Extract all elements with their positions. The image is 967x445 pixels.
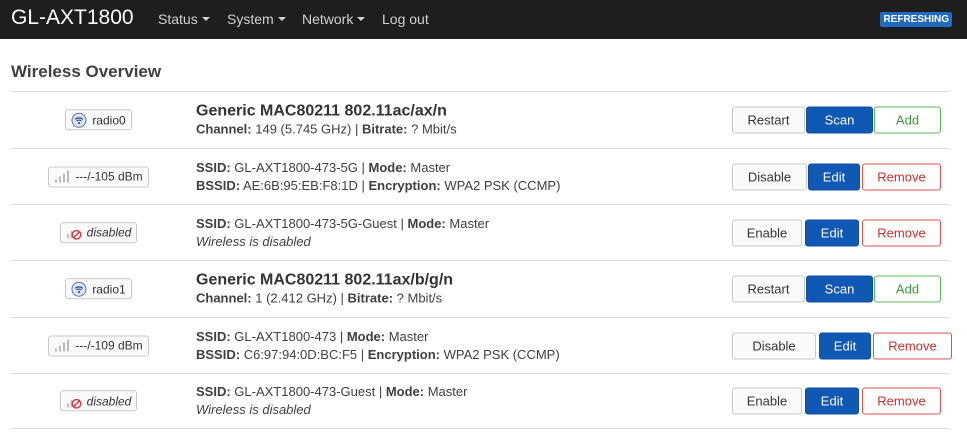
network-info: SSID: GL-AXT1800-473 | Mode: Master BSSI… bbox=[196, 328, 560, 362]
radio-badge-label: radio1 bbox=[92, 281, 126, 296]
ssid-label: SSID: bbox=[196, 328, 231, 344]
disabled-wifi-icon bbox=[66, 398, 82, 409]
radio-title: Generic MAC80211 802.11ax/b/g/n bbox=[196, 271, 454, 289]
radio-badge: radio0 bbox=[11, 109, 186, 131]
bitrate-label: Bitrate: bbox=[347, 290, 394, 306]
caret-down-icon bbox=[357, 17, 366, 22]
network-info: SSID: GL-AXT1800-473-Guest | Mode: Maste… bbox=[196, 384, 468, 417]
network-info: SSID: GL-AXT1800-473-5G-Guest | Mode: Ma… bbox=[196, 215, 490, 249]
signal-value: ---/-109 dBm bbox=[75, 338, 143, 353]
disable-button[interactable]: Disable bbox=[732, 332, 816, 359]
enable-button[interactable]: Enable bbox=[732, 219, 802, 246]
network-info: SSID: GL-AXT1800-473-5G | Mode: Master B… bbox=[196, 159, 561, 193]
radio-info: Generic MAC80211 802.11ax/b/g/n Channel:… bbox=[196, 271, 454, 306]
channel-label: Channel: bbox=[196, 121, 252, 137]
edit-button[interactable]: Edit bbox=[819, 332, 871, 359]
nav-system-label: System bbox=[227, 11, 274, 27]
mode-label: Mode: bbox=[407, 215, 446, 231]
remove-button[interactable]: Remove bbox=[862, 163, 941, 190]
caret-down-icon bbox=[277, 17, 286, 22]
bitrate-value: ? Mbit/s bbox=[396, 290, 443, 306]
network-row: ---/-109 dBm SSID: GL-AXT1800-473 | Mode… bbox=[11, 317, 952, 373]
ssid-value: GL-AXT1800-473-5G bbox=[234, 159, 358, 175]
encryption-value: WPA2 PSK (CCMP) bbox=[444, 177, 561, 193]
wireless-status: Wireless is disabled bbox=[196, 233, 311, 249]
disabled-badge: disabled bbox=[11, 221, 186, 244]
mode-value: Master bbox=[388, 328, 429, 344]
signal-badge: ---/-109 dBm bbox=[11, 335, 186, 356]
nav-network-label: Network bbox=[302, 11, 354, 27]
brand-logo[interactable]: GL-AXT1800 bbox=[11, 5, 134, 31]
radio-row-radio1: radio1 Generic MAC80211 802.11ax/b/g/n C… bbox=[11, 260, 950, 317]
nav-network[interactable]: Network bbox=[302, 11, 366, 27]
signal-value: ---/-105 dBm bbox=[75, 169, 143, 184]
ssid-value: GL-AXT1800-473-5G-Guest bbox=[234, 215, 397, 231]
scan-button[interactable]: Scan bbox=[806, 106, 873, 134]
mode-label: Mode: bbox=[368, 159, 407, 175]
channel-value: 149 (5.745 GHz) bbox=[255, 121, 352, 137]
page-title: Wireless Overview bbox=[11, 62, 162, 81]
mode-label: Mode: bbox=[385, 384, 425, 399]
encryption-label: Encryption: bbox=[367, 346, 440, 362]
remove-button[interactable]: Remove bbox=[862, 387, 941, 415]
radio-badge: radio1 bbox=[11, 278, 186, 300]
scan-button[interactable]: Scan bbox=[806, 275, 873, 303]
restart-button[interactable]: Restart bbox=[732, 106, 805, 134]
remove-button[interactable]: Remove bbox=[873, 332, 952, 359]
channel-label: Channel: bbox=[196, 290, 252, 306]
wireless-status: Wireless is disabled bbox=[196, 402, 311, 417]
disabled-label: disabled bbox=[86, 393, 132, 408]
radio-info: Generic MAC80211 802.11ac/ax/n Channel: … bbox=[196, 102, 457, 137]
signal-badge: ---/-105 dBm bbox=[11, 166, 186, 187]
enable-button[interactable]: Enable bbox=[732, 387, 802, 415]
bitrate-label: Bitrate: bbox=[361, 121, 408, 137]
radio-title: Generic MAC80211 802.11ac/ax/n bbox=[196, 102, 447, 120]
mode-value: Master bbox=[410, 159, 451, 175]
add-button[interactable]: Add bbox=[874, 275, 941, 303]
wifi-radio-icon bbox=[71, 112, 87, 128]
disabled-wifi-icon bbox=[66, 229, 82, 240]
mode-value: Master bbox=[449, 215, 490, 231]
radio-row-radio0: radio0 Generic MAC80211 802.11ac/ax/n Ch… bbox=[11, 91, 950, 148]
network-row: disabled SSID: GL-AXT1800-473-Guest | Mo… bbox=[11, 373, 950, 429]
radio-badge-label: radio0 bbox=[92, 112, 126, 127]
ssid-label: SSID: bbox=[196, 384, 231, 399]
disabled-badge: disabled bbox=[11, 390, 186, 412]
remove-button[interactable]: Remove bbox=[862, 219, 941, 246]
add-button[interactable]: Add bbox=[874, 106, 941, 134]
mode-value: Master bbox=[427, 384, 468, 399]
restart-button[interactable]: Restart bbox=[732, 275, 805, 303]
bssid-value: AE:6B:95:EB:F8:1D bbox=[242, 177, 358, 193]
network-row: disabled SSID: GL-AXT1800-473-5G-Guest |… bbox=[11, 204, 950, 260]
signal-strength-icon bbox=[55, 170, 70, 183]
disable-button[interactable]: Disable bbox=[732, 163, 807, 190]
network-row: ---/-105 dBm SSID: GL-AXT1800-473-5G | M… bbox=[11, 148, 950, 204]
edit-button[interactable]: Edit bbox=[808, 163, 860, 190]
nav-status[interactable]: Status bbox=[158, 11, 210, 27]
nav-logout[interactable]: Log out bbox=[382, 11, 429, 27]
wifi-radio-icon bbox=[71, 281, 87, 297]
top-navbar: GL-AXT1800 Status System Network Log out… bbox=[0, 0, 967, 39]
ssid-label: SSID: bbox=[196, 159, 231, 175]
channel-value: 1 (2.412 GHz) bbox=[255, 290, 337, 306]
mode-label: Mode: bbox=[346, 328, 386, 344]
nav-system[interactable]: System bbox=[227, 11, 286, 27]
ssid-value: GL-AXT1800-473-Guest bbox=[234, 384, 376, 399]
edit-button[interactable]: Edit bbox=[805, 387, 859, 415]
bssid-label: BSSID: bbox=[196, 346, 241, 362]
signal-strength-icon bbox=[55, 339, 70, 352]
refreshing-badge[interactable]: REFRESHING bbox=[880, 12, 952, 27]
caret-down-icon bbox=[201, 17, 210, 22]
encryption-label: Encryption: bbox=[368, 177, 441, 193]
ssid-label: SSID: bbox=[196, 215, 231, 231]
nav-status-label: Status bbox=[158, 11, 198, 27]
bssid-value: C6:97:94:0D:BC:F5 bbox=[243, 346, 358, 362]
edit-button[interactable]: Edit bbox=[805, 219, 859, 246]
bssid-label: BSSID: bbox=[196, 177, 241, 193]
bitrate-value: ? Mbit/s bbox=[411, 121, 457, 137]
disabled-label: disabled bbox=[86, 225, 132, 240]
encryption-value: WPA2 PSK (CCMP) bbox=[443, 346, 560, 362]
ssid-value: GL-AXT1800-473 bbox=[234, 328, 337, 344]
